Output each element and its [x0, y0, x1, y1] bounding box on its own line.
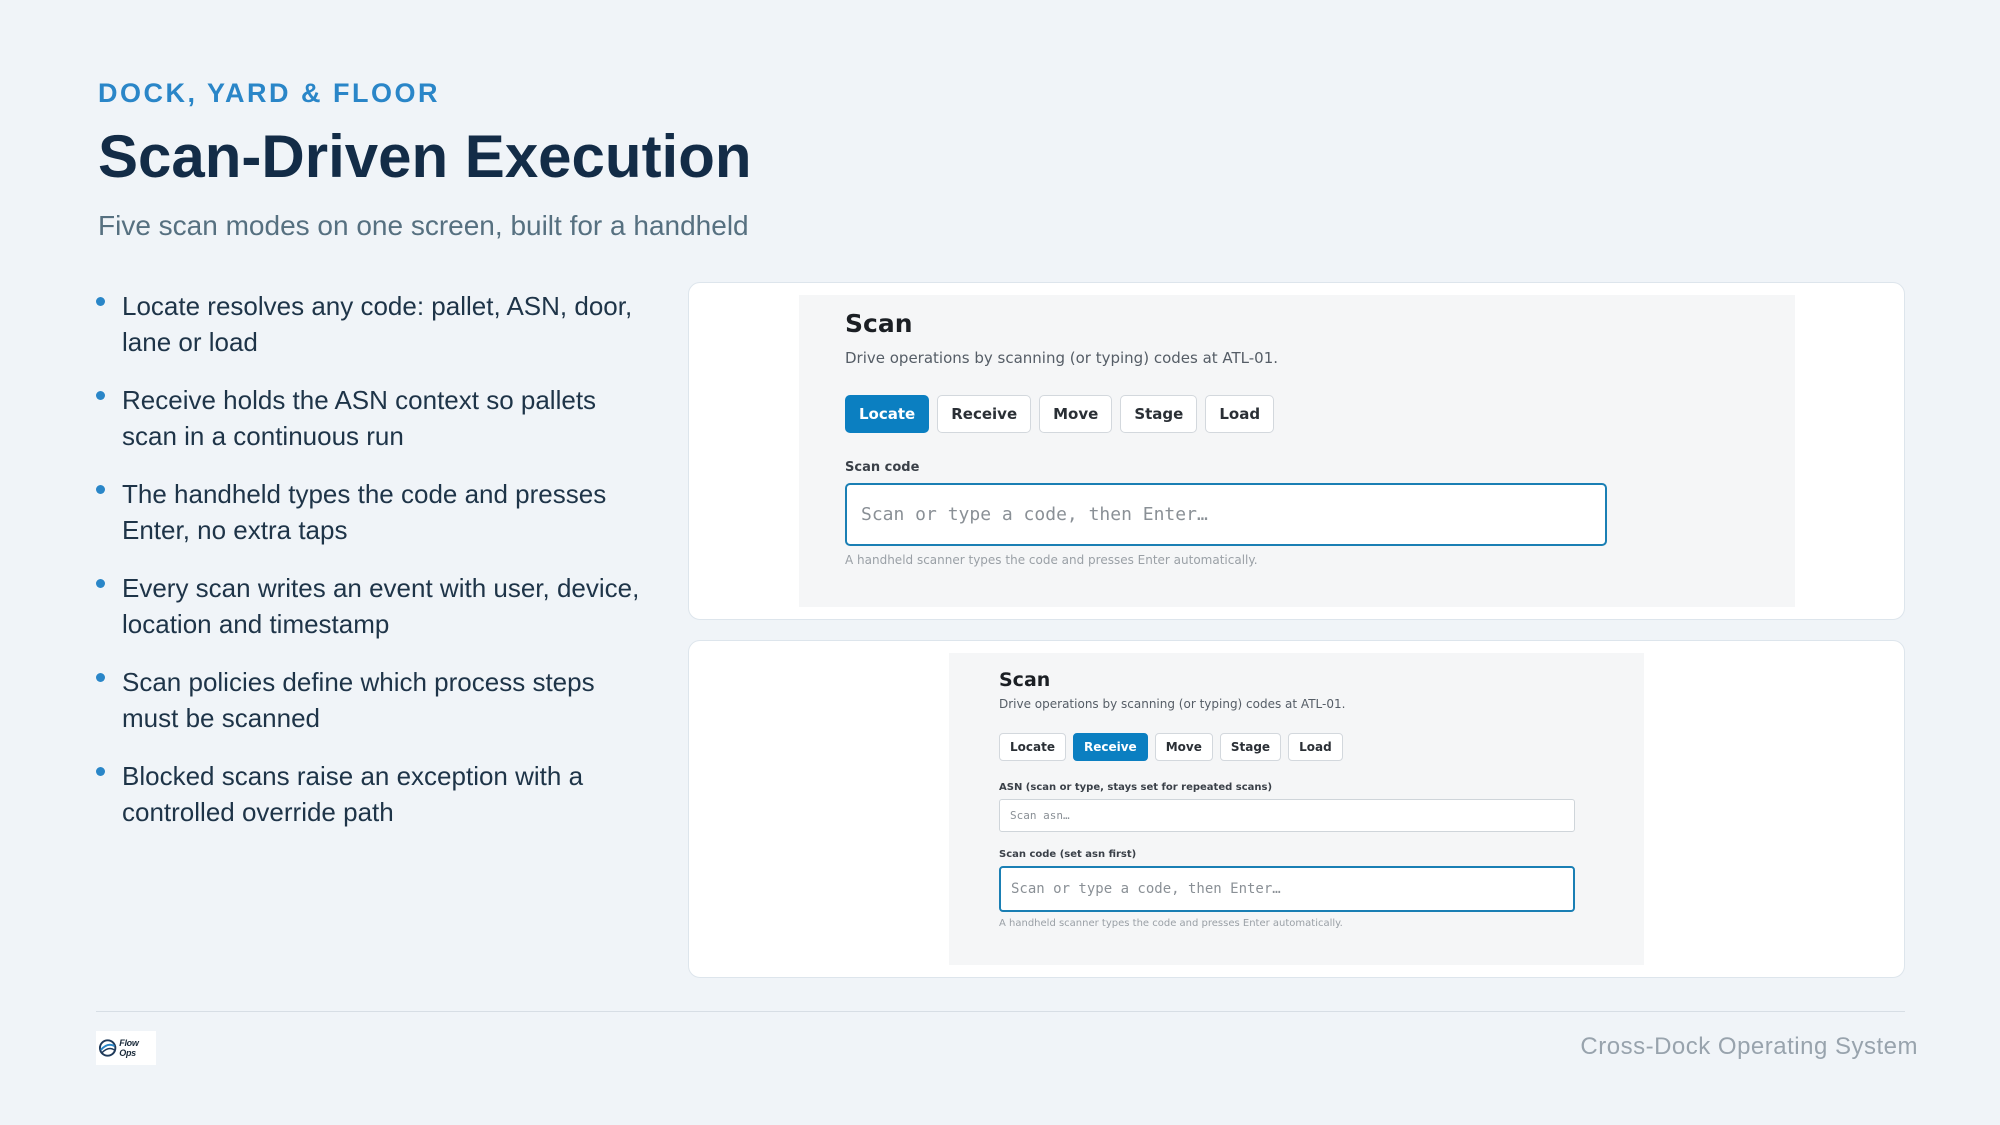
- screenshot-card-receive: Scan Drive operations by scanning (or ty…: [688, 640, 1905, 978]
- bullet-text: Every scan writes an event with user, de…: [122, 573, 640, 639]
- scan-code-placeholder: Scan or type a code, then Enter…: [1011, 881, 1281, 897]
- bullet-item: Every scan writes an event with user, de…: [96, 570, 656, 642]
- bullet-item: Locate resolves any code: pallet, ASN, d…: [96, 288, 656, 360]
- scan-screen-title: Scan: [999, 669, 1051, 691]
- scan-screen-description: Drive operations by scanning (or typing)…: [999, 697, 1346, 711]
- bullet-dot: [96, 767, 105, 776]
- logo-swirl-icon: [98, 1039, 117, 1057]
- scan-code-input[interactable]: Scan or type a code, then Enter…: [845, 483, 1607, 546]
- bullet-dot: [96, 485, 105, 494]
- tab-move[interactable]: Move: [1154, 733, 1213, 761]
- scan-screen-locate: Scan Drive operations by scanning (or ty…: [799, 295, 1795, 607]
- tab-locate[interactable]: Locate: [845, 395, 930, 433]
- bullet-text: Locate resolves any code: pallet, ASN, d…: [122, 291, 633, 357]
- bullet-text: Blocked scans raise an exception with a …: [122, 761, 584, 827]
- bullet-dot: [96, 297, 105, 306]
- scan-code-label: Scan code: [845, 460, 920, 475]
- tab-load[interactable]: Load: [1288, 733, 1343, 761]
- bullet-item: The handheld types the code and presses …: [96, 476, 656, 548]
- bullet-item: Blocked scans raise an exception with a …: [96, 758, 656, 830]
- bullet-item: Receive holds the ASN context so pallets…: [96, 382, 656, 454]
- flow-ops-logo: Flow Ops: [96, 1031, 156, 1065]
- scan-screen-title: Scan: [845, 309, 913, 338]
- scan-mode-tabs: Locate Receive Move Stage Load: [999, 733, 1343, 761]
- bullet-text: Scan policies define which process steps…: [122, 667, 595, 733]
- scan-mode-tabs: Locate Receive Move Stage Load: [845, 395, 1275, 433]
- scan-code-label: Scan code (set asn first): [999, 849, 1137, 860]
- tab-locate[interactable]: Locate: [999, 733, 1066, 761]
- bullet-dot: [96, 391, 105, 400]
- footer-caption: Cross-Dock Operating System: [1580, 1033, 1918, 1060]
- bullet-dot: [96, 673, 105, 682]
- page-subtitle: Five scan modes on one screen, built for…: [98, 210, 749, 241]
- tab-stage[interactable]: Stage: [1120, 395, 1198, 433]
- tab-load[interactable]: Load: [1205, 395, 1275, 433]
- tab-stage[interactable]: Stage: [1219, 733, 1282, 761]
- asn-label: ASN (scan or type, stays set for repeate…: [999, 782, 1273, 793]
- asn-placeholder: Scan asn…: [1010, 809, 1070, 822]
- tab-move[interactable]: Move: [1039, 395, 1113, 433]
- scan-hint: A handheld scanner types the code and pr…: [999, 918, 1343, 929]
- page-title: Scan-Driven Execution: [98, 123, 752, 190]
- scan-code-input[interactable]: Scan or type a code, then Enter…: [999, 866, 1575, 912]
- bullet-text: Receive holds the ASN context so pallets…: [122, 385, 597, 451]
- tab-receive[interactable]: Receive: [937, 395, 1032, 433]
- scan-code-placeholder: Scan or type a code, then Enter…: [861, 504, 1208, 525]
- screenshot-card-locate: Scan Drive operations by scanning (or ty…: [688, 282, 1905, 620]
- bullet-text: The handheld types the code and presses …: [122, 479, 607, 545]
- scan-screen-receive: Scan Drive operations by scanning (or ty…: [949, 653, 1644, 965]
- scan-hint: A handheld scanner types the code and pr…: [845, 553, 1258, 567]
- footer-divider: [96, 1011, 1905, 1012]
- asn-input[interactable]: Scan asn…: [999, 799, 1575, 832]
- scan-screen-description: Drive operations by scanning (or typing)…: [845, 349, 1279, 367]
- tab-receive[interactable]: Receive: [1072, 733, 1148, 761]
- bullet-item: Scan policies define which process steps…: [96, 664, 656, 736]
- bullet-list: Locate resolves any code: pallet, ASN, d…: [96, 288, 656, 852]
- logo-text: Flow Ops: [119, 1038, 139, 1058]
- bullet-dot: [96, 579, 105, 588]
- eyebrow-label: DOCK, YARD & FLOOR: [98, 78, 441, 108]
